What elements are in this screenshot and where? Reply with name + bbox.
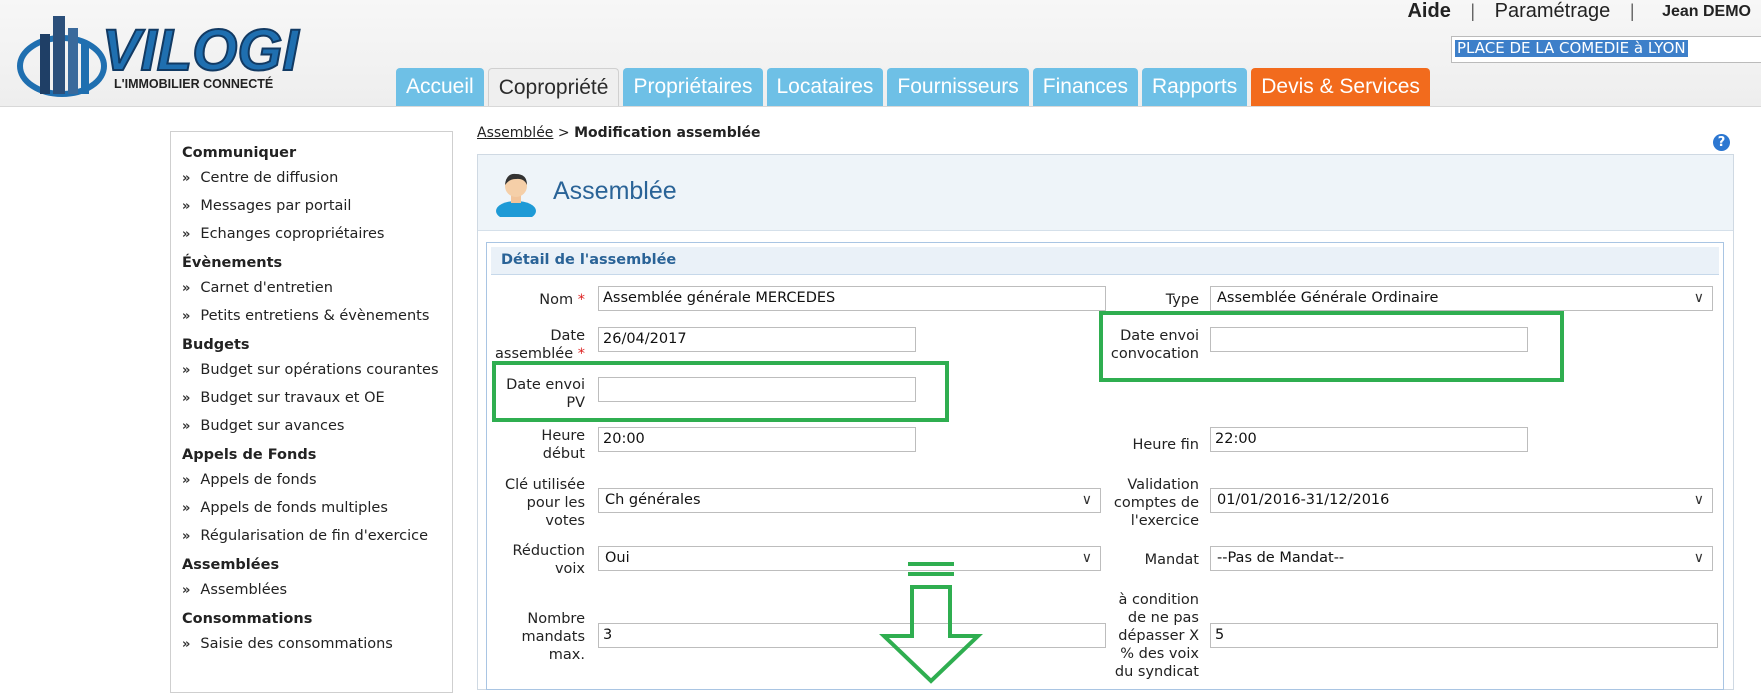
type-label: Type: [1165, 292, 1199, 308]
top-separator: |: [1629, 1, 1635, 22]
arrow-down-icon: [879, 562, 983, 684]
building-selector-value: PLACE DE LA COMEDIE à LYON: [1455, 39, 1688, 57]
sidebar-item-echanges[interactable]: » Echanges copropriétaires: [182, 226, 452, 242]
tab-locataires[interactable]: Locataires: [766, 68, 884, 106]
double-chevron-icon: »: [182, 363, 191, 378]
date-assemblee-input[interactable]: 26/04/2017: [598, 327, 916, 352]
double-chevron-icon: »: [182, 227, 191, 242]
chevron-down-icon: ∨: [1693, 492, 1704, 508]
sidebar-section-title: Évènements: [182, 255, 283, 271]
double-chevron-icon: »: [182, 309, 191, 324]
help-icon[interactable]: ?: [1713, 134, 1730, 151]
sidebar-item-saisie-consommations[interactable]: » Saisie des consommations: [182, 636, 452, 652]
vilogi-logo[interactable]: VILOGI L'IMMOBILIER CONNECTÉ: [10, 6, 330, 106]
chevron-down-icon: ∨: [1693, 290, 1704, 306]
nom-label: Nom *: [539, 292, 585, 308]
sidebar-item-budget-travaux[interactable]: » Budget sur travaux et OE: [182, 390, 452, 406]
app-header: VILOGI L'IMMOBILIER CONNECTÉ Aide | Para…: [0, 0, 1761, 107]
tab-copropriete[interactable]: Copropriété: [487, 68, 620, 106]
validation-label: Validation comptes de l'exercice: [1113, 477, 1199, 529]
sidebar-section-title: Assemblées: [182, 557, 280, 573]
mandat-label: Mandat: [1144, 552, 1199, 568]
panel-header: Assemblée: [478, 155, 1733, 231]
double-chevron-icon: »: [182, 501, 191, 516]
user-name[interactable]: Jean DEMO: [1662, 3, 1751, 21]
double-chevron-icon: »: [182, 419, 191, 434]
heure-fin-label: Heure fin: [1132, 437, 1199, 453]
sidebar-menu: Communiquer » Centre de diffusion » Messag…: [170, 131, 453, 693]
heure-fin-input[interactable]: 22:00: [1210, 427, 1528, 452]
heure-debut-input[interactable]: 20:00: [598, 427, 916, 452]
sidebar-item-centre-diffusion[interactable]: » Centre de diffusion: [182, 170, 452, 186]
section-header: Détail de l'assemblée: [491, 247, 1719, 275]
breadcrumb-separator: >: [557, 125, 570, 141]
settings-link[interactable]: Paramétrage: [1495, 0, 1611, 23]
double-chevron-icon: »: [182, 473, 191, 488]
condition-label: à condition de ne pas dépasser X % des v…: [1114, 592, 1199, 680]
sidebar-section-title: Appels de Fonds: [182, 447, 317, 463]
tab-accueil[interactable]: Accueil: [396, 68, 484, 106]
highlight-box-pv: [492, 361, 949, 422]
sidebar-item-appels-fonds[interactable]: » Appels de fonds: [182, 472, 452, 488]
top-separator: |: [1470, 1, 1476, 22]
panel-title: Assemblée: [553, 177, 677, 205]
building-selector-input[interactable]: PLACE DE LA COMEDIE à LYON: [1451, 36, 1761, 63]
sidebar-item-budget-avances[interactable]: » Budget sur avances: [182, 418, 452, 434]
chevron-down-icon: ∨: [1693, 550, 1704, 566]
sidebar-item-regularisation[interactable]: » Régularisation de fin d'exercice: [182, 528, 452, 544]
sidebar-item-messages-portail[interactable]: » Messages par portail: [182, 198, 452, 214]
sidebar-section-title: Budgets: [182, 337, 250, 353]
breadcrumb: Assemblée > Modification assemblée: [477, 125, 761, 141]
date-assemblee-label: Date assemblée *: [495, 328, 585, 362]
tab-proprietaires[interactable]: Propriétaires: [623, 68, 763, 106]
breadcrumb-link-assemblee[interactable]: Assemblée: [477, 125, 553, 141]
main-nav-tabs: Accueil Copropriété Propriétaires Locata…: [396, 68, 1430, 106]
tab-rapports[interactable]: Rapports: [1142, 68, 1248, 106]
breadcrumb-current: Modification assemblée: [574, 125, 761, 141]
section-title: Détail de l'assemblée: [501, 252, 677, 268]
brand-name: VILOGI: [102, 18, 300, 83]
tab-devis-services[interactable]: Devis & Services: [1251, 68, 1430, 106]
double-chevron-icon: »: [182, 281, 191, 296]
tab-fournisseurs[interactable]: Fournisseurs: [887, 68, 1029, 106]
user-avatar-icon: [496, 173, 536, 217]
sidebar-section-title: Consommations: [182, 611, 313, 627]
top-links: Aide | Paramétrage | Jean DEMO: [1407, 0, 1751, 26]
cle-label: Clé utilisée pour les votes: [504, 477, 585, 529]
mandat-select[interactable]: --Pas de Mandat-- ∨: [1210, 546, 1713, 571]
sidebar-item-assemblees[interactable]: » Assemblées: [182, 582, 452, 598]
highlight-box-convocation: [1099, 311, 1564, 382]
double-chevron-icon: »: [182, 637, 191, 652]
double-chevron-icon: »: [182, 529, 191, 544]
heure-debut-label: Heure début: [541, 428, 585, 462]
brand-tagline: L'IMMOBILIER CONNECTÉ: [114, 76, 273, 91]
nombre-mandats-input[interactable]: 3: [598, 623, 1106, 648]
double-chevron-icon: »: [182, 171, 191, 186]
type-select[interactable]: Assemblée Générale Ordinaire ∨: [1210, 286, 1713, 311]
sidebar-item-appels-fonds-multiples[interactable]: » Appels de fonds multiples: [182, 500, 452, 516]
tab-finances[interactable]: Finances: [1032, 68, 1138, 106]
reduction-select[interactable]: Oui ∨: [598, 546, 1101, 571]
condition-input[interactable]: 5: [1210, 623, 1718, 648]
cle-select[interactable]: Ch générales ∨: [598, 488, 1101, 513]
double-chevron-icon: »: [182, 391, 191, 406]
validation-select[interactable]: 01/01/2016-31/12/2016 ∨: [1210, 488, 1713, 513]
nom-input[interactable]: Assemblée générale MERCEDES: [598, 286, 1106, 311]
sidebar-item-budget-courantes[interactable]: » Budget sur opérations courantes: [182, 362, 452, 378]
sidebar-section-title: Communiquer: [182, 145, 297, 161]
sidebar-item-carnet-entretien[interactable]: » Carnet d'entretien: [182, 280, 452, 296]
nombre-mandats-label: Nombre mandats max.: [521, 611, 585, 663]
reduction-label: Réduction voix: [512, 543, 586, 577]
double-chevron-icon: »: [182, 199, 191, 214]
help-link[interactable]: Aide: [1407, 0, 1450, 23]
double-chevron-icon: »: [182, 583, 191, 598]
sidebar-item-petits-entretiens[interactable]: » Petits entretiens & évènements: [182, 308, 452, 324]
